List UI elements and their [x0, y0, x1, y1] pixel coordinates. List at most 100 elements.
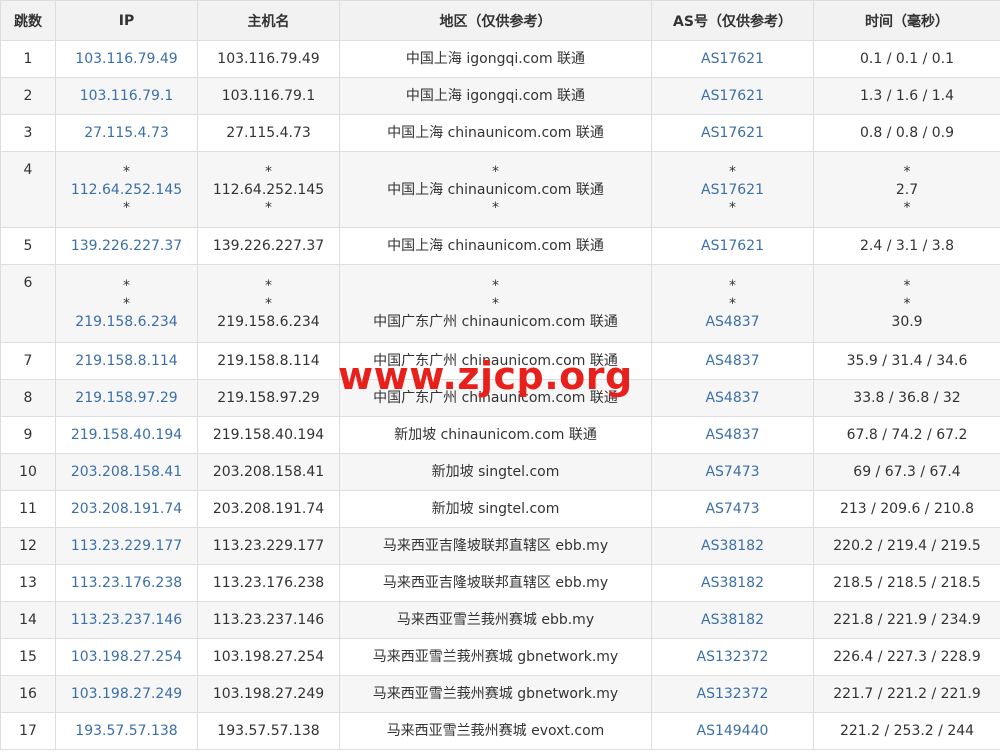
as-cell: * * AS4837	[651, 264, 814, 343]
region-cell: 马来西亚雪兰莪州赛城 gbnetwork.my	[339, 638, 652, 676]
time-cell: 0.1 / 0.1 / 0.1	[813, 40, 1000, 78]
header-region: 地区（仅供参考）	[339, 0, 652, 41]
ip-link[interactable]: 203.208.191.74	[56, 500, 197, 518]
region-text: 中国上海 chinaunicom.com 联通	[387, 181, 604, 198]
table-header-row: 跳数 IP 主机名 地区（仅供参考） AS号（仅供参考） 时间（毫秒）	[0, 0, 1000, 41]
table-row: 6 * * 219.158.6.234 * * 219.158.6.234 * * 中国广东广州 …	[0, 264, 1000, 343]
time-cell: 213 / 209.6 / 210.8	[813, 490, 1000, 528]
as-cell: AS132372	[651, 638, 814, 676]
as-link[interactable]: AS4837	[652, 313, 813, 331]
host-cell: * 112.64.252.145 *	[197, 151, 340, 228]
ip-cell: 203.208.158.41	[55, 453, 198, 491]
ip-link[interactable]: 103.116.79.1	[56, 87, 197, 105]
hop-cell: 1	[0, 40, 56, 78]
ip-cell: 103.198.27.249	[55, 675, 198, 713]
ip-link[interactable]: 203.208.158.41	[56, 463, 197, 481]
time-cell: * * 30.9	[813, 264, 1000, 343]
hop-cell: 13	[0, 564, 56, 602]
as-text: *	[729, 199, 736, 216]
host-cell: 113.23.237.146	[197, 601, 340, 639]
host-cell: 27.115.4.73	[197, 114, 340, 152]
time-text: *	[903, 295, 911, 312]
table-row: 5 139.226.227.37 139.226.227.37 中国上海 chinau…	[0, 227, 1000, 265]
region-text: 马来西亚吉隆坡联邦直辖区 ebb.my	[382, 575, 609, 591]
as-link[interactable]: AS17621	[652, 181, 813, 199]
as-link[interactable]: AS17621	[652, 87, 813, 105]
ip-link[interactable]: 219.158.6.234	[56, 313, 197, 331]
as-cell: AS38182	[651, 601, 814, 639]
as-link[interactable]: AS17621	[652, 237, 813, 255]
as-cell: AS4837	[651, 379, 814, 417]
region-text: 马来西亚雪兰莪州赛城 gbnetwork.my	[372, 649, 619, 665]
ip-link[interactable]: 27.115.4.73	[56, 124, 197, 142]
ip-link[interactable]: 113.23.229.177	[56, 537, 197, 555]
hop-cell: 2	[0, 77, 56, 115]
time-cell: 220.2 / 219.4 / 219.5	[813, 527, 1000, 565]
as-link[interactable]: AS149440	[652, 722, 813, 740]
host-cell: 103.198.27.254	[197, 638, 340, 676]
region-cell: 中国上海 igongqi.com 联通	[339, 40, 652, 78]
ip-text: *	[123, 277, 130, 294]
ip-link[interactable]: 219.158.97.29	[56, 389, 197, 407]
as-link[interactable]: AS17621	[652, 50, 813, 68]
as-link[interactable]: AS38182	[652, 537, 813, 555]
as-link[interactable]: AS7473	[652, 463, 813, 481]
time-cell: 221.7 / 221.2 / 221.9	[813, 675, 1000, 713]
region-text: 中国上海 chinaunicom.com 联通	[387, 238, 604, 254]
host-text: 139.226.227.37	[212, 238, 325, 254]
ip-cell: 103.198.27.254	[55, 638, 198, 676]
time-cell: * 2.7 *	[813, 151, 1000, 228]
time-text: 218.5 / 218.5 / 218.5	[833, 575, 981, 591]
table-row: 14 113.23.237.146 113.23.237.146 马来西亚雪兰莪州赛城…	[0, 601, 1000, 639]
table-row: 9 219.158.40.194 219.158.40.194 新加坡 chinaun…	[0, 416, 1000, 454]
ip-link[interactable]: 103.198.27.254	[56, 648, 197, 666]
host-cell: 113.23.176.238	[197, 564, 340, 602]
ip-link[interactable]: 103.198.27.249	[56, 685, 197, 703]
as-link[interactable]: AS4837	[652, 426, 813, 444]
as-link[interactable]: AS4837	[652, 389, 813, 407]
host-text: *	[265, 277, 272, 294]
region-cell: 中国上海 igongqi.com 联通	[339, 77, 652, 115]
hop-cell: 17	[0, 712, 56, 750]
ip-link[interactable]: 139.226.227.37	[56, 237, 197, 255]
as-link[interactable]: AS7473	[652, 500, 813, 518]
as-link[interactable]: AS38182	[652, 611, 813, 629]
hop-cell: 12	[0, 527, 56, 565]
region-text: 新加坡 singtel.com	[431, 464, 560, 480]
as-link[interactable]: AS17621	[652, 124, 813, 142]
time-cell: 221.2 / 253.2 / 244	[813, 712, 1000, 750]
time-text: 0.1 / 0.1 / 0.1	[859, 51, 955, 67]
as-link[interactable]: AS4837	[652, 352, 813, 370]
ip-link[interactable]: 103.116.79.49	[56, 50, 197, 68]
host-text: 103.116.79.1	[221, 88, 316, 104]
ip-text: *	[123, 295, 130, 312]
as-link[interactable]: AS38182	[652, 574, 813, 592]
region-text: 马来西亚雪兰莪州赛城 ebb.my	[396, 612, 595, 628]
ip-link[interactable]: 219.158.40.194	[56, 426, 197, 444]
as-link[interactable]: AS132372	[652, 648, 813, 666]
as-text: *	[729, 295, 736, 312]
as-link[interactable]: AS132372	[652, 685, 813, 703]
ip-link[interactable]: 113.23.237.146	[56, 611, 197, 629]
time-text: 221.8 / 221.9 / 234.9	[833, 612, 981, 628]
ip-link[interactable]: 219.158.8.114	[56, 352, 197, 370]
table-row: 7 219.158.8.114 219.158.8.114 中国广东广州 chinau…	[0, 342, 1000, 380]
region-cell: 马来西亚雪兰莪州赛城 gbnetwork.my	[339, 675, 652, 713]
as-cell: * AS17621 *	[651, 151, 814, 228]
ip-link[interactable]: 113.23.176.238	[56, 574, 197, 592]
ip-link[interactable]: 193.57.57.138	[56, 722, 197, 740]
ip-cell: 113.23.237.146	[55, 601, 198, 639]
ip-text: *	[123, 163, 130, 180]
host-cell: * * 219.158.6.234	[197, 264, 340, 343]
time-text: 2.7	[895, 181, 919, 198]
hop-cell: 9	[0, 416, 56, 454]
table-row: 13 113.23.176.238 113.23.176.238 马来西亚吉隆坡联邦直…	[0, 564, 1000, 602]
region-text: 马来西亚吉隆坡联邦直辖区 ebb.my	[382, 538, 609, 554]
ip-link[interactable]: 112.64.252.145	[56, 181, 197, 199]
hop-cell: 7	[0, 342, 56, 380]
hop-cell: 15	[0, 638, 56, 676]
time-text: 1.3 / 1.6 / 1.4	[859, 88, 955, 104]
region-cell: 新加坡 singtel.com	[339, 490, 652, 528]
host-text: *	[265, 199, 272, 216]
time-text: *	[903, 163, 911, 180]
